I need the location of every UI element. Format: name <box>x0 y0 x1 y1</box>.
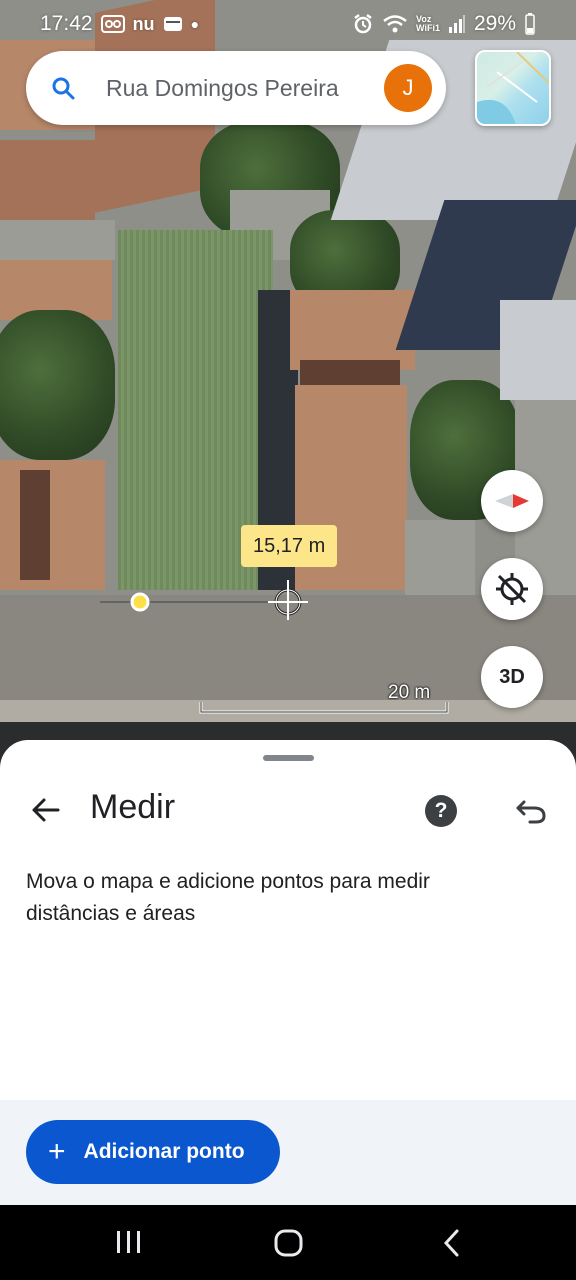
voicemail-icon <box>100 15 125 33</box>
distance-label: 15,17 m <box>241 525 338 567</box>
clock: 17:42 <box>40 12 93 35</box>
signal-icon <box>448 15 465 33</box>
home-icon[interactable] <box>273 1225 305 1261</box>
battery-icon <box>525 13 535 35</box>
recent-apps-icon[interactable] <box>115 1225 143 1261</box>
sheet-title: Medir <box>90 788 176 826</box>
add-point-button[interactable]: + Adicionar ponto <box>26 1120 280 1184</box>
alarm-icon <box>354 14 372 34</box>
layers-button[interactable] <box>475 50 551 126</box>
plus-icon: + <box>48 1135 66 1168</box>
back-nav-icon[interactable] <box>440 1225 464 1261</box>
search-bar[interactable]: Rua Domingos Pereira J <box>26 51 446 125</box>
status-bar: 17:42 nu ● Voz WiFi1 29% <box>0 0 576 48</box>
map-thumbnail-icon <box>477 52 549 124</box>
crosshair-icon <box>268 580 308 620</box>
help-button[interactable]: ? <box>425 795 457 827</box>
battery-percent: 29% <box>473 12 516 35</box>
my-location-button[interactable] <box>481 558 543 620</box>
compass-icon <box>495 494 529 508</box>
network-label: Voz WiFi1 <box>416 14 440 33</box>
3d-button[interactable]: 3D <box>481 646 543 708</box>
measure-start-point[interactable] <box>130 592 150 612</box>
add-point-label: Adicionar ponto <box>83 1140 245 1163</box>
search-input[interactable]: Rua Domingos Pereira <box>106 75 361 102</box>
wallet-icon <box>163 17 182 31</box>
back-arrow-icon[interactable] <box>28 792 64 828</box>
dot-icon: ● <box>190 16 200 32</box>
scale-label: 20 m <box>388 682 431 703</box>
location-off-icon <box>496 573 528 605</box>
nubank-indicator: nu <box>132 13 155 34</box>
drag-handle[interactable] <box>263 755 314 761</box>
search-icon[interactable] <box>50 75 76 101</box>
system-nav-bar <box>0 1205 576 1280</box>
avatar[interactable]: J <box>384 64 432 112</box>
instructions-text: Mova o mapa e adicione pontos para medir… <box>26 870 430 925</box>
compass-button[interactable] <box>481 470 543 532</box>
undo-icon[interactable] <box>514 794 548 828</box>
measure-sheet: Medir ? Mova o mapa e adicione pontos pa… <box>0 740 576 1205</box>
wifi-icon <box>383 15 407 33</box>
